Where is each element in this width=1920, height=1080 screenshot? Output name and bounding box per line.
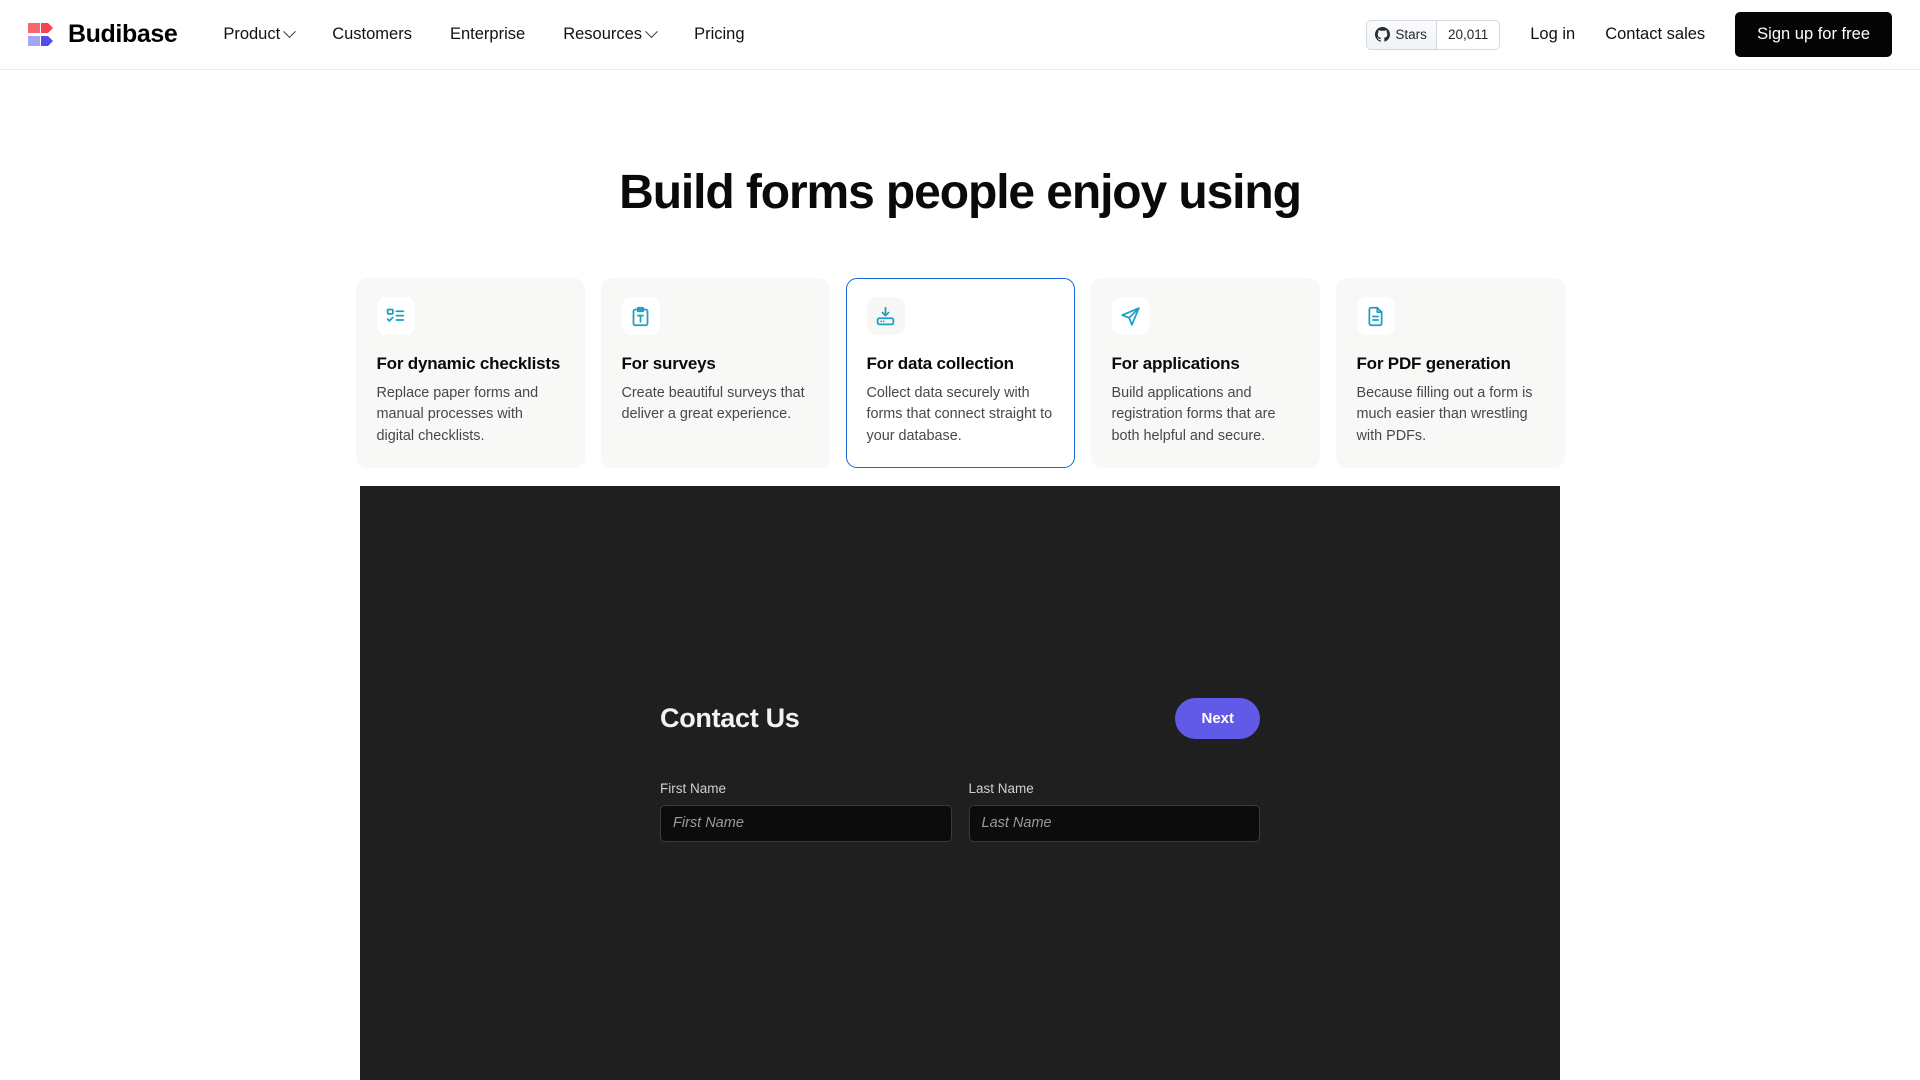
signup-button[interactable]: Sign up for free (1735, 12, 1892, 57)
brand-name: Budibase (68, 20, 178, 48)
clipboard-text-icon (621, 297, 660, 335)
file-text-icon (1356, 297, 1395, 335)
nav-item-customers[interactable]: Customers (332, 25, 412, 44)
chevron-down-icon (645, 25, 658, 39)
use-case-card-title: For PDF generation (1356, 354, 1511, 373)
use-case-card-desc: Because filling out a form is much easie… (1356, 385, 1533, 444)
contact-form-title: Contact Us (660, 702, 800, 733)
use-case-card-title: For applications (1111, 354, 1240, 373)
github-stars-badge[interactable]: Stars 20,011 (1366, 19, 1501, 50)
brand-logo-link[interactable]: Budibase (26, 20, 178, 50)
use-case-card-desc: Build applications and registration form… (1111, 385, 1276, 444)
github-stars-label: Stars (1395, 27, 1427, 42)
nav-item-product-label: Product (223, 25, 281, 43)
use-case-card-desc: Collect data securely with forms that co… (866, 385, 1053, 444)
top-navbar: Budibase Product Customers Enterprise Re… (0, 0, 1920, 70)
form-preview-panel: Contact Us Next First Name Last Name (360, 485, 1560, 1080)
contact-form-header: Contact Us Next (660, 697, 1260, 739)
first-name-label: First Name (660, 780, 727, 796)
first-name-input[interactable] (660, 804, 952, 842)
nav-item-product[interactable]: Product (223, 25, 297, 44)
login-link[interactable]: Log in (1530, 25, 1575, 44)
use-case-card-desc: Replace paper forms and manual processes… (376, 385, 539, 444)
use-case-card-pdf-generation[interactable]: For PDF generation Because filling out a… (1335, 278, 1565, 468)
use-case-card-title: For surveys (621, 354, 716, 373)
last-name-input[interactable] (968, 804, 1260, 842)
use-case-card-data-collection[interactable]: For data collection Collect data securel… (845, 278, 1075, 468)
nav-item-pricing[interactable]: Pricing (694, 25, 744, 44)
budibase-logo-icon (26, 20, 56, 50)
contact-sales-link[interactable]: Contact sales (1605, 25, 1705, 44)
next-button[interactable]: Next (1175, 697, 1260, 739)
nav-item-resources[interactable]: Resources (563, 25, 658, 44)
use-case-card-surveys[interactable]: For surveys Create beautiful surveys tha… (600, 278, 830, 468)
nav-item-resources-label: Resources (563, 25, 643, 43)
contact-form-fields: First Name Last Name (660, 781, 1260, 842)
use-case-card-title: For dynamic checklists (376, 354, 561, 373)
last-name-label: Last Name (968, 780, 1034, 796)
nav-item-enterprise[interactable]: Enterprise (450, 25, 525, 44)
page-title: Build forms people enjoy using (619, 166, 1302, 219)
github-stars-count: 20,011 (1436, 20, 1500, 49)
contact-form: Contact Us Next First Name Last Name (660, 697, 1260, 842)
use-case-card-row: For dynamic checklists Replace paper for… (0, 278, 1920, 468)
data-collection-icon (866, 297, 905, 335)
use-case-card-dynamic-checklists[interactable]: For dynamic checklists Replace paper for… (355, 278, 585, 468)
chevron-down-icon (283, 25, 297, 39)
nav-right-group: Stars 20,011 Log in Contact sales Sign u… (1366, 12, 1892, 57)
github-icon (1375, 27, 1391, 42)
send-icon (1111, 297, 1150, 335)
use-case-card-desc: Create beautiful surveys that deliver a … (621, 385, 805, 423)
checklist-icon (376, 297, 415, 335)
github-stars-button[interactable]: Stars (1367, 20, 1437, 49)
use-case-card-title: For data collection (866, 354, 1015, 373)
use-case-card-applications[interactable]: For applications Build applications and … (1090, 278, 1320, 468)
primary-nav: Product Customers Enterprise Resources P… (223, 25, 744, 44)
last-name-field-group: Last Name (968, 780, 1260, 842)
first-name-field-group: First Name (660, 781, 952, 842)
